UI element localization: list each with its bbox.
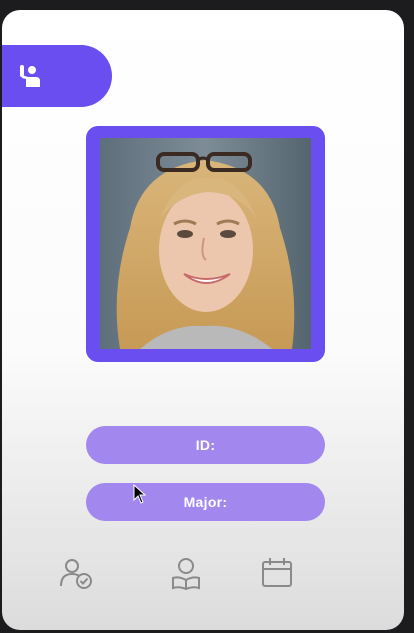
profile-photo <box>100 138 311 349</box>
user-check-icon[interactable] <box>59 556 93 590</box>
student-id-card: ID: Major: <box>2 10 404 630</box>
profile-photo-frame <box>86 126 325 362</box>
header-tab[interactable] <box>2 45 112 107</box>
calendar-icon[interactable] <box>260 556 294 590</box>
raised-hand-person-icon <box>20 65 40 87</box>
id-field[interactable]: ID: <box>86 426 325 464</box>
major-field[interactable]: Major: <box>86 483 325 521</box>
mouse-cursor-icon <box>133 484 147 504</box>
reader-person-icon[interactable] <box>169 556 203 590</box>
